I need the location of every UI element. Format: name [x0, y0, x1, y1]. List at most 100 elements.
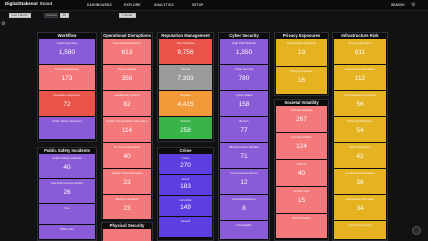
tile-healthcare-incident[interactable]: Healthcare Incident 82: [103, 91, 151, 116]
tile-value: 9,756: [177, 49, 194, 56]
tile-value: 40: [63, 164, 71, 171]
tile-very-negative[interactable]: Very Negative 9,756: [159, 39, 212, 64]
tile-label: Physical Exposure: [55, 67, 79, 71]
tile-label: High Risk Website: [232, 41, 256, 45]
tile-energy-disruption[interactable]: Energy Disruption 611: [334, 39, 386, 64]
tile-public-safety-exposure[interactable]: Public Safety Exposure: [39, 117, 95, 139]
tile-value: 7,393: [177, 75, 194, 82]
minimum-select[interactable]: 1 minute: [119, 12, 136, 18]
tile-power-outage[interactable]: Power Outage 356: [103, 65, 151, 90]
tile-internet-disruption[interactable]: Internet Disruption: [334, 221, 386, 239]
tile-value: 40: [123, 153, 131, 160]
dashboard-settings-icon[interactable]: ⚙: [1, 21, 7, 27]
tile-law-enforcement[interactable]: Law Enforcement Activity 26: [39, 179, 95, 203]
tile-label: Public Transportation Disruption: [106, 119, 148, 123]
panel-title: Infrastructure Risk: [341, 33, 379, 38]
tile-positive[interactable]: Positive 258: [159, 117, 212, 139]
panel-operational-disruptions: Operational Disruptions Operational Disr…: [101, 32, 153, 219]
tile-fire[interactable]: Fire: [39, 204, 95, 224]
panel-title: Crime: [179, 148, 192, 153]
support-headset-icon[interactable]: [412, 226, 421, 235]
tile-value: 611: [354, 49, 366, 56]
panel-title: Operational Disruptions: [103, 33, 151, 38]
tile-operational-disruption[interactable]: Operational Disruption 613: [103, 39, 151, 64]
tile-label: Protest: [296, 162, 307, 166]
tile-financial-disruption[interactable]: Financial Disruption 54: [334, 117, 386, 142]
brand-logo[interactable]: DigitalStakeout Scout: [5, 1, 52, 6]
tile-label: Operational Disruption: [112, 41, 142, 45]
tile-label: Arrest: [181, 177, 190, 181]
tile-label: Crime: [181, 156, 190, 160]
tile-misinformation-warfare[interactable]: Misinformation Warfare 71: [220, 143, 268, 168]
tile-hostile-topic[interactable]: Hostile Topic 15: [276, 187, 327, 213]
tile-value: 15: [297, 197, 306, 204]
nav-dashboards[interactable]: DASHBOARDS: [87, 3, 112, 7]
tile-value: 158: [238, 101, 250, 108]
tile-label: Compromised Server: [230, 171, 258, 175]
tile-exploit-disclosure[interactable]: Exploit Disclosure 8: [220, 195, 268, 220]
tile-compromised-server[interactable]: Compromised Server 12: [220, 169, 268, 194]
tile-value: 4,415: [177, 101, 194, 108]
tile-label: Agricultural Disruption: [345, 197, 375, 201]
tile-arrest[interactable]: Arrest 183: [159, 175, 212, 195]
tile-homicide[interactable]: Homicide 149: [159, 196, 212, 216]
tile-maritime-accident[interactable]: Maritime Accident 23: [103, 195, 151, 219]
all-select[interactable]: All: [60, 12, 69, 18]
tile-misinformation[interactable]: Misinformation: [276, 214, 327, 238]
tile-value: 356: [121, 75, 133, 82]
tile-societal-volatility[interactable]: Societal Volatility 267: [276, 106, 327, 132]
tile-privacy-exposure[interactable]: Privacy Exposure 16: [276, 67, 327, 94]
tile-physical-exposure[interactable]: Physical Exposure 173: [39, 65, 95, 90]
tile-value: 23: [123, 205, 131, 212]
tile-breach[interactable]: Breach 77: [220, 117, 268, 142]
tile-label: Breach: [239, 119, 249, 123]
date-range-select[interactable]: Last 1 Month: [9, 12, 31, 18]
tile-public-transport[interactable]: Public Transportation Disruption 114: [103, 117, 151, 142]
nav-search[interactable]: SEARCH: [391, 3, 404, 7]
panel-infrastructure-risk: Infrastructure Risk Energy Disruption 61…: [332, 32, 388, 241]
tile-value: 77: [240, 127, 248, 134]
tile-high-risk-website[interactable]: High Risk Website 1,350: [220, 39, 268, 64]
tile-supply-chain[interactable]: Supply Chain Disruption 23: [103, 169, 151, 194]
tile-agricultural-disruption[interactable]: Agricultural Disruption 34: [334, 195, 386, 220]
tile-vulnerability[interactable]: Vulnerability: [220, 221, 268, 239]
tile-label: Energy Disruption: [348, 41, 372, 45]
tile-offline-fire[interactable]: Offline Fire: [39, 225, 95, 239]
relevance-select[interactable]: Relevance: [44, 12, 58, 18]
tile-label: Public Safety Incidents: [52, 156, 82, 160]
tile-label: Transportation Disruption: [343, 93, 377, 97]
tile-label: Very Negative: [176, 41, 195, 45]
panel-title: Public Safety Incidents: [44, 148, 90, 153]
tile-cyber-exposure[interactable]: Cyber Exposure 1,580: [39, 39, 95, 64]
tile-negative[interactable]: Negative 4,415: [159, 91, 212, 116]
tile-water-disruption[interactable]: Water Disruption 42: [334, 143, 386, 168]
tile-crime[interactable]: Crime 270: [159, 154, 212, 174]
nav-explore[interactable]: EXPLORE: [124, 3, 141, 7]
tile-commercial-disruption[interactable]: Commercial Disruption 36: [334, 169, 386, 194]
tile-value: 16: [297, 77, 306, 84]
tile-label: Water Disruption: [349, 145, 371, 149]
tile-reputation-exposure[interactable]: Reputation Exposure 72: [39, 91, 95, 116]
tile-government-disruption[interactable]: Government Disruption 112: [334, 65, 386, 90]
settings-gear-icon[interactable]: ⚙: [411, 2, 417, 8]
tile-travel-disruption[interactable]: No Travel Disruption 40: [103, 143, 151, 168]
tile-cyber-attack[interactable]: Cyber Attack 158: [220, 91, 268, 116]
tile-transportation-disruption[interactable]: Transportation Disruption 56: [334, 91, 386, 116]
tile-public-safety-incidents[interactable]: Public Safety Incidents 40: [39, 154, 95, 178]
tile-value: 26: [63, 189, 71, 196]
tile-physical-security[interactable]: [103, 229, 151, 241]
tile-assault[interactable]: Assault: [159, 217, 212, 237]
tile-label: Misinformation: [292, 216, 311, 220]
tile-label: Neutral: [180, 67, 191, 71]
panel-title: Reputation Management: [161, 33, 210, 38]
nav-analytics[interactable]: ANALYTICS: [154, 3, 174, 7]
tile-label: Internet Disruption: [348, 223, 372, 227]
tile-protest[interactable]: Protest 40: [276, 160, 327, 186]
panel-physical-security: Physical Security: [101, 222, 153, 241]
panel-title: Workflow: [57, 33, 77, 38]
tile-cyber-security[interactable]: Cyber Security 780: [220, 65, 268, 90]
tile-general-politics[interactable]: General Politics 124: [276, 133, 327, 159]
nav-setup[interactable]: SETUP: [192, 3, 204, 7]
tile-social-media-exposure[interactable]: Social Media Exposure 19: [276, 39, 327, 66]
tile-neutral[interactable]: Neutral 7,393: [159, 65, 212, 90]
